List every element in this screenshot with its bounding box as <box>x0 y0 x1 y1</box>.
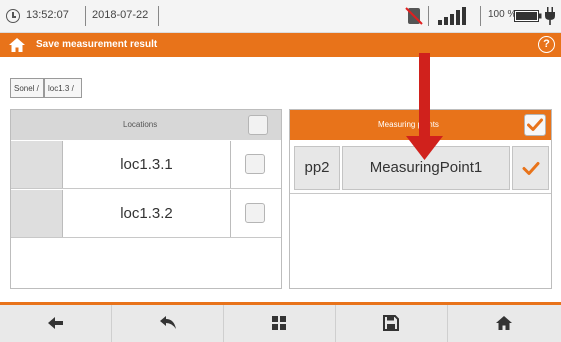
signal-strength-icon <box>438 7 466 25</box>
measuring-point-checkbox[interactable] <box>512 146 549 190</box>
title-bar: Save measurement result ? <box>0 33 561 57</box>
status-divider <box>85 6 86 26</box>
help-icon[interactable]: ? <box>538 36 555 53</box>
location-checkbox[interactable] <box>245 203 265 223</box>
status-time: 13:52:07 <box>26 9 69 21</box>
battery-icon <box>514 10 542 22</box>
locations-header: Locations <box>11 110 281 140</box>
battery-percent: 100 % <box>488 9 517 20</box>
save-button[interactable] <box>336 305 448 342</box>
status-divider <box>428 6 429 26</box>
grid-view-button[interactable] <box>224 305 336 342</box>
home-icon <box>496 316 512 330</box>
measuring-points-header: Measuring points <box>290 110 551 140</box>
undo-button[interactable] <box>112 305 224 342</box>
charging-plug-icon <box>545 7 555 25</box>
location-row-handle[interactable] <box>11 190 63 237</box>
locations-panel: Locations loc1.3.1 loc1.3.2 <box>10 109 282 289</box>
breadcrumb-item[interactable]: Sonel / <box>10 78 44 98</box>
measuring-point-row[interactable]: pp2 MeasuringPoint1 <box>290 142 551 194</box>
status-divider <box>480 6 481 26</box>
measuring-point-code[interactable]: pp2 <box>294 146 340 190</box>
status-bar: 13:52:07 2018-07-22 100 % <box>0 0 561 33</box>
home-button[interactable] <box>448 305 560 342</box>
page-title: Save measurement result <box>36 39 158 50</box>
bottom-toolbar <box>0 305 561 342</box>
location-checkbox-cell <box>231 190 281 237</box>
status-date: 2018-07-22 <box>92 9 149 21</box>
location-name[interactable]: loc1.3.2 <box>63 190 231 237</box>
status-divider <box>158 6 159 26</box>
location-row-handle[interactable] <box>11 141 63 188</box>
floppy-disk-icon <box>383 315 399 331</box>
measuring-points-header-label: Measuring points <box>378 120 439 129</box>
measuring-points-panel: Measuring points pp2 MeasuringPoint1 <box>289 109 552 289</box>
grid-icon <box>272 316 286 330</box>
breadcrumb-item[interactable]: loc1.3 / <box>44 78 82 98</box>
location-row[interactable]: loc1.3.1 <box>11 141 281 189</box>
location-checkbox-cell <box>231 141 281 188</box>
checkmark-icon <box>527 118 543 131</box>
no-signal-alert-icon <box>405 7 423 25</box>
arrow-left-icon <box>48 317 63 329</box>
locations-select-all-checkbox[interactable] <box>248 115 268 135</box>
measuring-points-select-all-checkbox[interactable] <box>524 114 546 136</box>
location-name[interactable]: loc1.3.1 <box>63 141 231 188</box>
clock-icon <box>6 9 20 23</box>
location-checkbox[interactable] <box>245 154 265 174</box>
locations-header-label: Locations <box>123 120 158 129</box>
undo-arrow-icon <box>160 316 176 329</box>
location-row[interactable]: loc1.3.2 <box>11 190 281 238</box>
checkmark-icon <box>522 162 540 175</box>
back-button[interactable] <box>0 305 112 342</box>
home-icon[interactable] <box>8 37 26 53</box>
measuring-point-name[interactable]: MeasuringPoint1 <box>342 146 510 190</box>
